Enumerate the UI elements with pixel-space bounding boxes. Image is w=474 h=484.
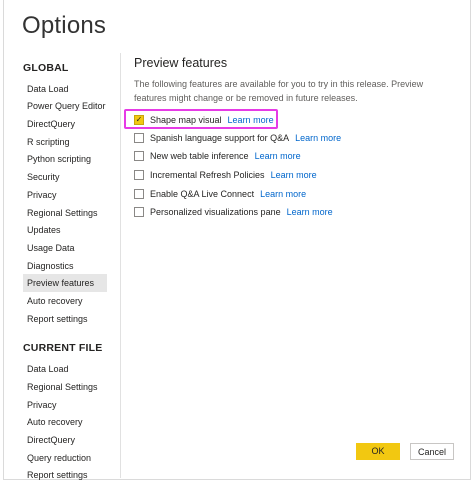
feature-label: Personalized visualizations pane — [150, 207, 281, 217]
learn-more-link[interactable]: Learn more — [295, 133, 341, 143]
sidebar-item-usage-data[interactable]: Usage Data — [23, 239, 107, 257]
sidebar-item-current-query-reduction[interactable]: Query reduction — [23, 449, 107, 467]
feature-label: New web table inference — [150, 151, 249, 161]
page-title: Preview features — [134, 56, 228, 70]
sidebar-item-current-auto-recovery[interactable]: Auto recovery — [23, 413, 107, 431]
global-section-heading: GLOBAL — [23, 62, 69, 74]
feature-checkbox-web-table-inference[interactable] — [134, 151, 144, 161]
feature-checkbox-shape-map[interactable]: ✓ — [134, 115, 144, 125]
learn-more-link[interactable]: Learn more — [228, 115, 274, 125]
sidebar-item-auto-recovery[interactable]: Auto recovery — [23, 292, 107, 310]
sidebar-item-regional-settings[interactable]: Regional Settings — [23, 204, 107, 222]
feature-checkbox-qa-live-connect[interactable] — [134, 189, 144, 199]
current-file-section-heading: CURRENT FILE — [23, 342, 103, 354]
feature-label: Shape map visual — [150, 115, 222, 125]
learn-more-link[interactable]: Learn more — [255, 151, 301, 161]
cancel-button[interactable]: Cancel — [410, 443, 454, 460]
options-dialog: Options GLOBAL Data Load Power Query Edi… — [3, 0, 471, 480]
feature-row: Spanish language support for Q&A Learn m… — [134, 131, 341, 145]
sidebar-item-current-data-load[interactable]: Data Load — [23, 360, 107, 378]
sidebar-divider — [120, 53, 121, 478]
sidebar-item-current-report-settings[interactable]: Report settings — [23, 466, 107, 484]
feature-label: Enable Q&A Live Connect — [150, 189, 255, 199]
feature-row: ✓ Shape map visual Learn more — [134, 113, 274, 127]
sidebar-item-preview-features[interactable]: Preview features — [23, 274, 107, 292]
sidebar-item-directquery[interactable]: DirectQuery — [23, 115, 107, 133]
feature-checkbox-personalized-visuals[interactable] — [134, 207, 144, 217]
feature-row: Enable Q&A Live Connect Learn more — [134, 187, 306, 201]
sidebar-item-r-scripting[interactable]: R scripting — [23, 133, 107, 151]
sidebar-item-current-privacy[interactable]: Privacy — [23, 396, 107, 414]
feature-row: Personalized visualizations pane Learn m… — [134, 205, 333, 219]
learn-more-link[interactable]: Learn more — [287, 207, 333, 217]
sidebar-item-data-load[interactable]: Data Load — [23, 80, 107, 98]
sidebar-item-diagnostics[interactable]: Diagnostics — [23, 257, 107, 275]
sidebar-item-python-scripting[interactable]: Python scripting — [23, 150, 107, 168]
ok-button[interactable]: OK — [356, 443, 400, 460]
sidebar-item-report-settings[interactable]: Report settings — [23, 310, 107, 328]
dialog-title: Options — [22, 12, 107, 39]
sidebar-item-current-regional-settings[interactable]: Regional Settings — [23, 378, 107, 396]
page-description: The following features are available for… — [134, 79, 424, 103]
sidebar-item-current-directquery[interactable]: DirectQuery — [23, 431, 107, 449]
sidebar-item-security[interactable]: Security — [23, 168, 107, 186]
feature-label: Spanish language support for Q&A — [150, 133, 290, 143]
checkmark-icon: ✓ — [135, 115, 143, 124]
feature-checkbox-spanish-qa[interactable] — [134, 133, 144, 143]
sidebar-item-privacy[interactable]: Privacy — [23, 186, 107, 204]
feature-checkbox-incremental-refresh[interactable] — [134, 170, 144, 180]
feature-row: Incremental Refresh Policies Learn more — [134, 168, 317, 182]
learn-more-link[interactable]: Learn more — [271, 170, 317, 180]
feature-label: Incremental Refresh Policies — [150, 170, 265, 180]
sidebar-item-updates[interactable]: Updates — [23, 221, 107, 239]
sidebar-item-power-query-editor[interactable]: Power Query Editor — [23, 97, 107, 115]
feature-row: New web table inference Learn more — [134, 149, 301, 163]
learn-more-link[interactable]: Learn more — [260, 189, 306, 199]
